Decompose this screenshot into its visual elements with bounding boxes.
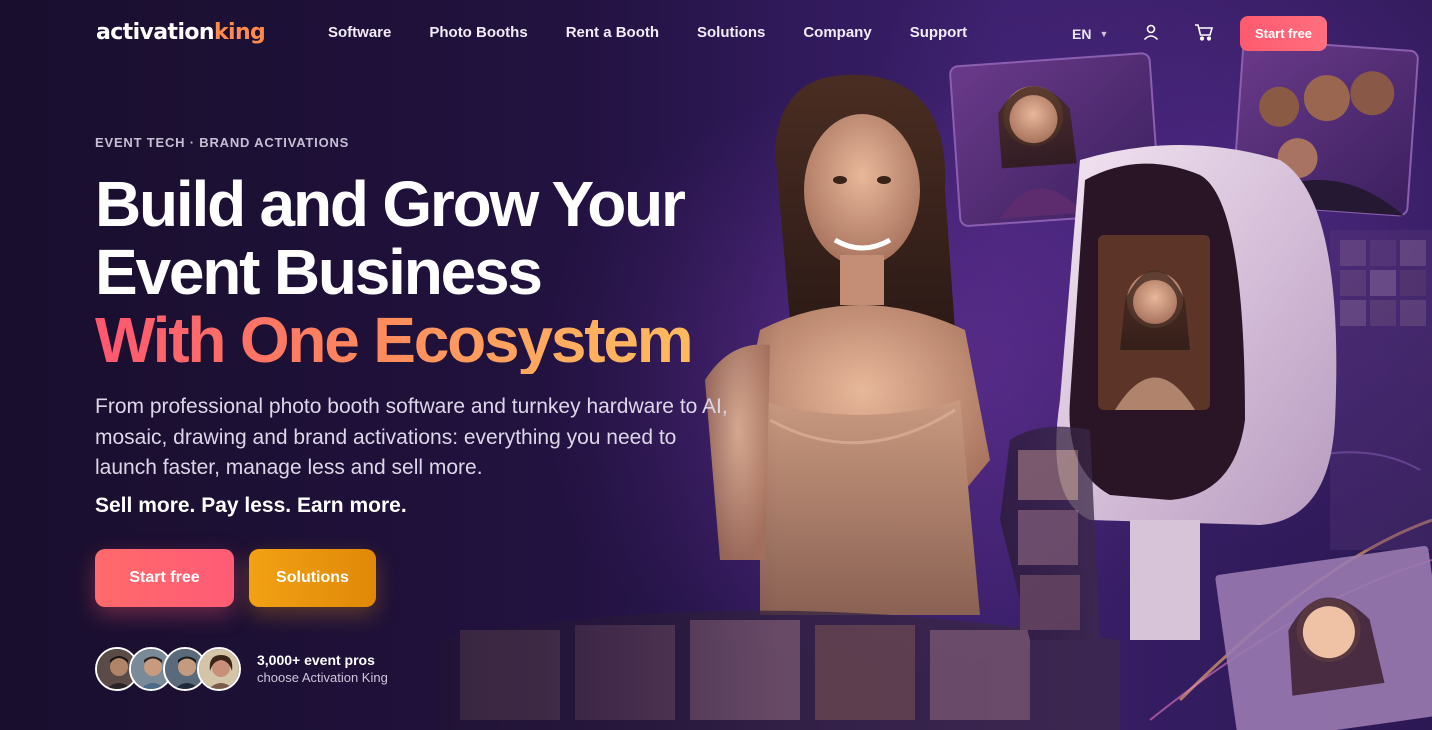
hero-tagline: Sell more. Pay less. Earn more. [95, 494, 407, 517]
brand-logo[interactable]: activationking [96, 20, 266, 45]
nav-menu: Software Photo Booths Rent a Booth Solut… [328, 24, 967, 41]
nav-link-solutions[interactable]: Solutions [697, 24, 765, 41]
headline-line-2: Event Business [95, 236, 543, 308]
avatar-group [95, 647, 241, 691]
social-proof-subtitle: choose Activation King [257, 670, 388, 685]
nav-link-rent-a-booth[interactable]: Rent a Booth [566, 24, 659, 41]
headline-line-1: Build and Grow Your [95, 168, 686, 240]
hero-eyebrow: EVENT TECH · BRAND ACTIVATIONS [95, 135, 350, 150]
cart-icon[interactable] [1194, 23, 1214, 43]
headline-line-3-gradient: With One Ecosystem [95, 306, 795, 374]
nav-link-company[interactable]: Company [803, 24, 871, 41]
start-free-button[interactable]: Start free [95, 549, 234, 607]
start-free-nav-button[interactable]: Start free [1240, 16, 1327, 51]
nav-link-photo-booths[interactable]: Photo Booths [429, 24, 527, 41]
nav-link-support[interactable]: Support [910, 24, 968, 41]
chevron-down-icon: ▼ [1099, 29, 1109, 39]
solutions-button[interactable]: Solutions [249, 549, 376, 607]
user-icon[interactable] [1142, 23, 1162, 43]
avatar [197, 647, 241, 691]
language-selector[interactable]: EN ▼ [1072, 26, 1108, 42]
hero-headline: Build and Grow Your Event Business With … [95, 170, 795, 374]
nav-link-software[interactable]: Software [328, 24, 391, 41]
top-navigation: activationking Software Photo Booths Ren… [0, 0, 1432, 68]
logo-text-activation: activation [96, 20, 215, 45]
hero-section: activationking Software Photo Booths Ren… [0, 0, 1432, 730]
hero-description: From professional photo booth software a… [95, 395, 728, 479]
logo-text-king: king [213, 20, 266, 45]
social-proof-title: 3,000+ event pros [257, 652, 375, 668]
language-label: EN [1072, 26, 1092, 42]
